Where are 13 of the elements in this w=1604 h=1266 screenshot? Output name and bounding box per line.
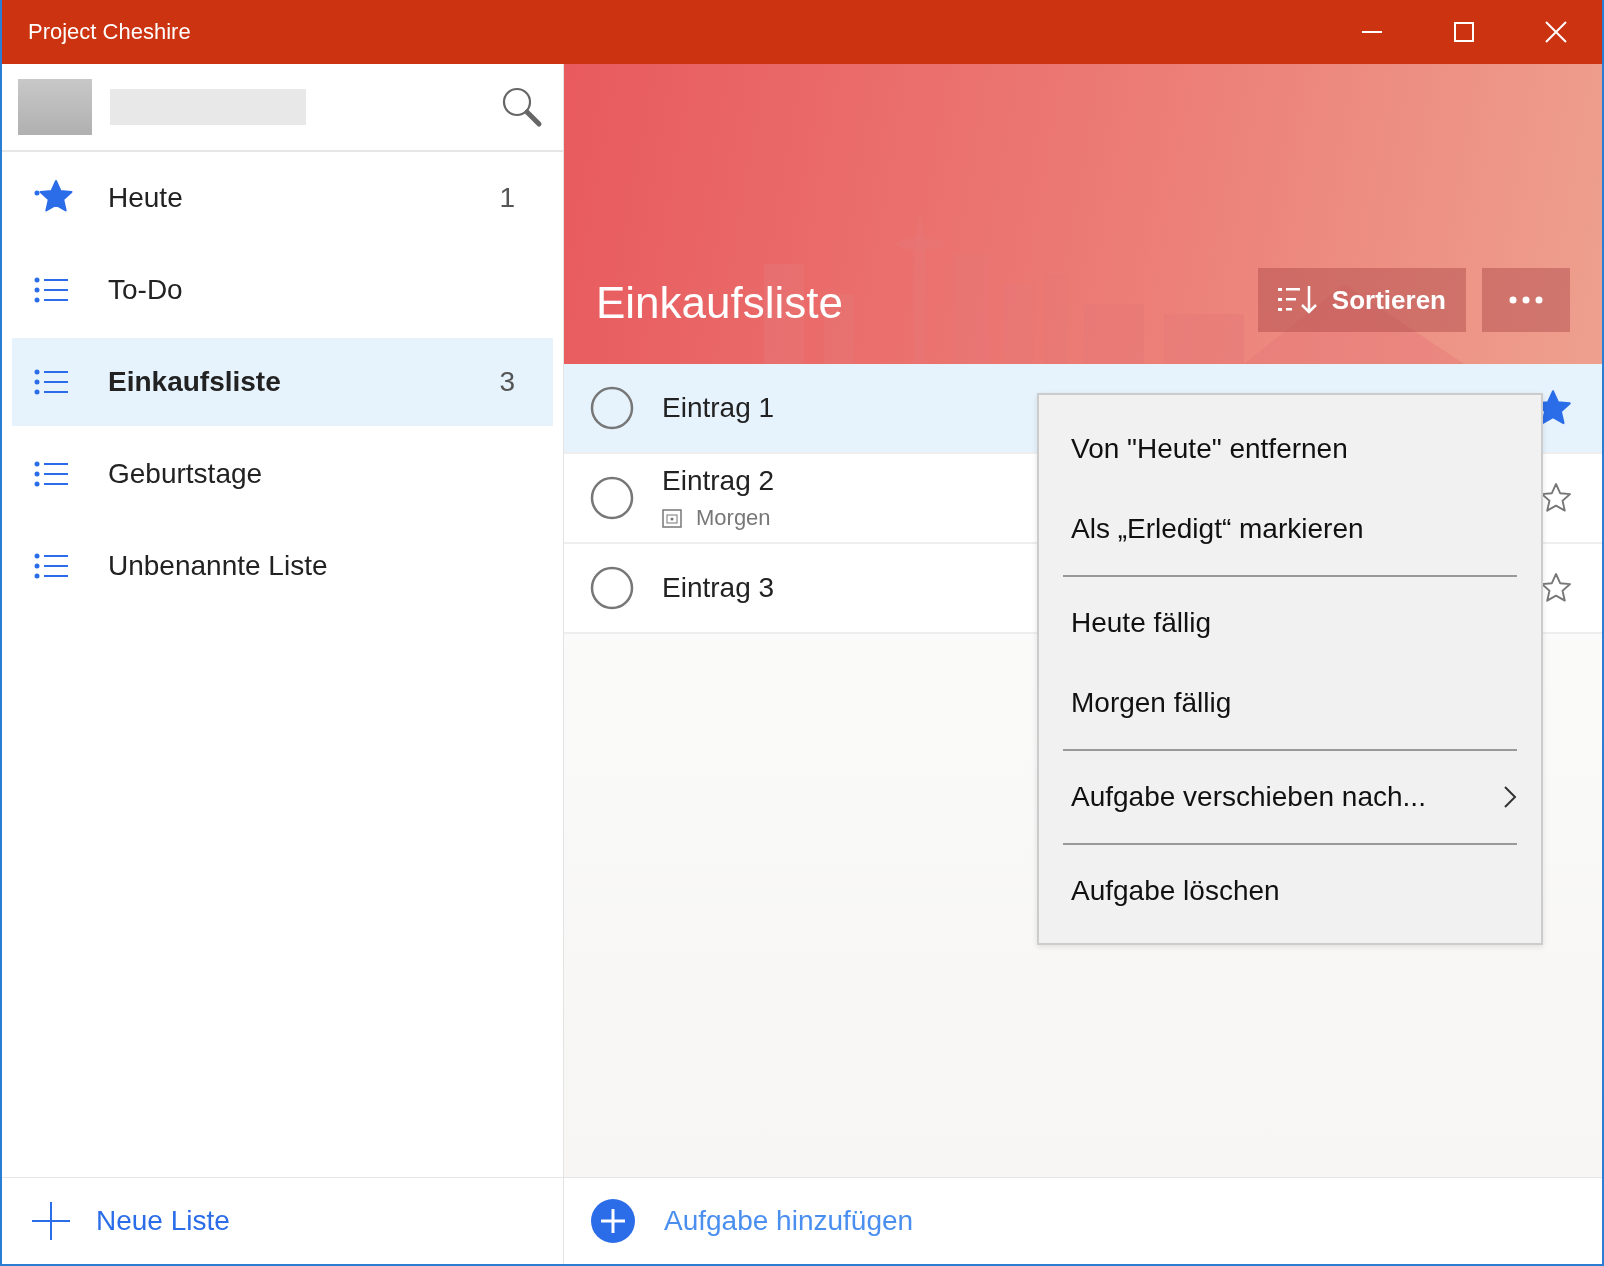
list-name: Einkaufsliste xyxy=(108,366,282,398)
window-title: Project Cheshire xyxy=(28,19,192,45)
list-name: Heute xyxy=(108,182,184,214)
task-title: Eintrag 3 xyxy=(662,572,775,604)
due-date: Morgen xyxy=(696,505,771,531)
item-count: 3 xyxy=(499,366,515,398)
task-title: Eintrag 1 xyxy=(662,392,775,424)
task-title: Eintrag 2 xyxy=(662,465,775,497)
list-name: Geburtstage xyxy=(108,458,264,490)
list-title: Einkaufsliste xyxy=(596,278,844,329)
list-name: Unbenannte Liste xyxy=(108,550,329,582)
item-count: 1 xyxy=(499,182,515,214)
list-name: To-Do xyxy=(108,274,184,306)
